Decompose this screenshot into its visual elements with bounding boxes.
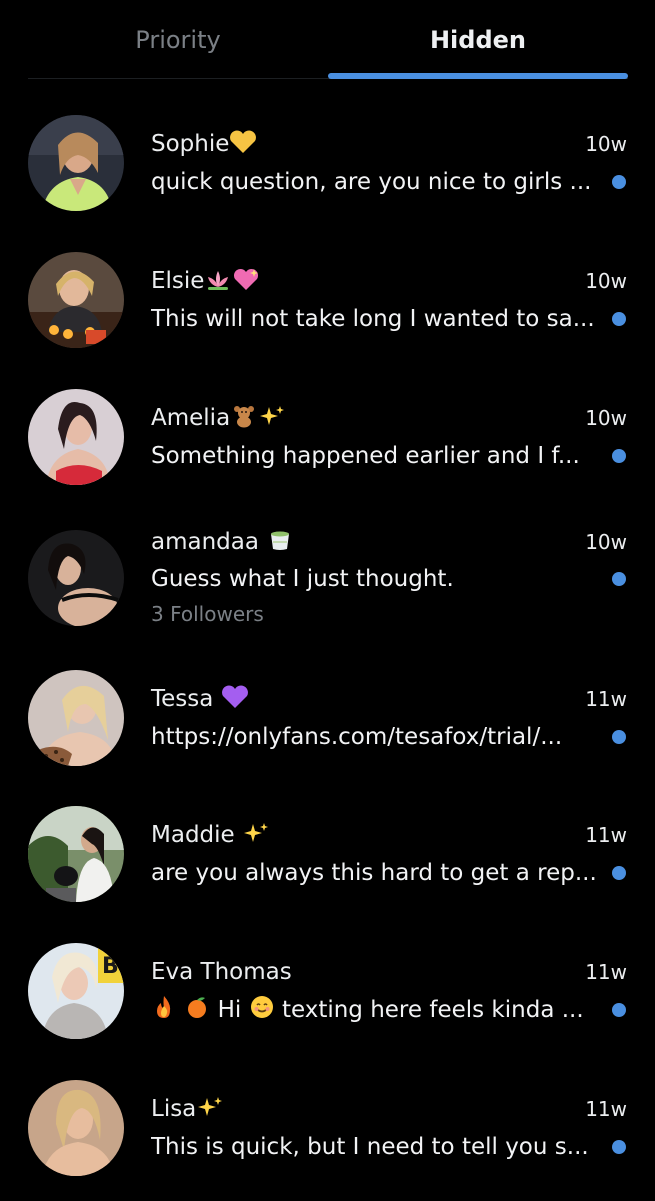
teddy-bear-icon xyxy=(230,404,258,436)
contact-name: amandaa xyxy=(151,527,294,560)
contact-name: Eva Thomas xyxy=(151,959,292,985)
smiling-face-icon xyxy=(249,994,275,1029)
message-preview: quick question, are you nice to girls ..… xyxy=(151,169,592,195)
sparkles-icon xyxy=(242,821,270,853)
timestamp: 11w xyxy=(585,960,627,984)
contact-name-text: Tessa xyxy=(151,686,214,712)
contact-name: Tessa xyxy=(151,684,249,717)
tab-priority[interactable]: Priority xyxy=(28,0,328,80)
fire-icon xyxy=(151,994,177,1029)
timestamp: 10w xyxy=(585,269,627,293)
message-preview-tail: texting here feels kinda ... xyxy=(281,997,584,1023)
svg-text:B: B xyxy=(102,954,119,979)
contact-name-text: amandaa xyxy=(151,529,259,555)
message-preview-text: Hi xyxy=(217,997,242,1023)
follower-count: 3 Followers xyxy=(151,602,264,626)
conversation-item-sophie[interactable]: Sophie 10w quick question, are you nice … xyxy=(0,98,655,235)
unread-dot xyxy=(612,1140,626,1154)
message-preview: This is quick, but I need to tell you s.… xyxy=(151,1134,589,1160)
active-tab-indicator xyxy=(328,73,628,79)
tangerine-icon xyxy=(184,994,210,1029)
timestamp: 11w xyxy=(585,1097,627,1121)
message-preview: Something happened earlier and I f... xyxy=(151,443,580,469)
contact-name-text: Elsie xyxy=(151,268,205,294)
conversation-item-lisa[interactable]: Lisa 11w This is quick, but I need to te… xyxy=(0,1064,655,1201)
message-preview: Guess what I just thought. xyxy=(151,566,454,592)
unread-dot xyxy=(612,866,626,880)
matcha-cup-icon xyxy=(266,528,294,560)
contact-name-text: Sophie xyxy=(151,131,230,157)
contact-name-text: Amelia xyxy=(151,405,231,431)
conversation-item-tessa[interactable]: Tessa 11w https://onlyfans.com/tesafox/t… xyxy=(0,654,655,791)
contact-name: Amelia xyxy=(151,403,286,436)
timestamp: 10w xyxy=(585,132,627,156)
message-preview: are you always this hard to get a rep... xyxy=(151,860,597,886)
conversation-item-eva-thomas[interactable]: B Eva Thomas 11w Hi texting here feels k… xyxy=(0,927,655,1064)
avatar[interactable] xyxy=(28,115,124,211)
contact-name: Elsie xyxy=(151,266,260,299)
contact-name: Maddie xyxy=(151,820,270,853)
avatar[interactable] xyxy=(28,1080,124,1176)
avatar[interactable] xyxy=(28,389,124,485)
avatar[interactable] xyxy=(28,252,124,348)
yellow-heart-icon xyxy=(229,130,257,162)
sparkles-icon xyxy=(196,1095,224,1127)
timestamp: 10w xyxy=(585,530,627,554)
message-preview: This will not take long I wanted to sa..… xyxy=(151,306,595,332)
conversation-item-amandaa[interactable]: amandaa 10w Guess what I just thought. 3… xyxy=(0,509,655,646)
contact-name-text: Maddie xyxy=(151,822,235,848)
timestamp: 11w xyxy=(585,823,627,847)
contact-name-text: Lisa xyxy=(151,1096,197,1122)
tab-bar: Priority Hidden xyxy=(0,0,655,80)
message-preview: https://onlyfans.com/tesafox/trial/... xyxy=(151,724,563,750)
avatar[interactable] xyxy=(28,530,124,626)
contact-name: Lisa xyxy=(151,1094,224,1127)
tab-hidden-label: Hidden xyxy=(429,26,527,54)
message-preview: Hi texting here feels kinda ... xyxy=(151,994,601,1029)
tab-priority-label: Priority xyxy=(135,26,221,54)
conversation-item-elsie[interactable]: Elsie 10w This will not take long I want… xyxy=(0,235,655,372)
purple-heart-icon xyxy=(221,685,249,717)
unread-dot xyxy=(612,175,626,189)
sparkling-heart-icon xyxy=(232,267,260,299)
tab-hidden[interactable]: Hidden xyxy=(328,0,628,80)
avatar[interactable] xyxy=(28,670,124,766)
conversation-item-maddie[interactable]: Maddie 11w are you always this hard to g… xyxy=(0,790,655,927)
avatar[interactable]: B xyxy=(28,943,124,1039)
sparkles-icon xyxy=(258,404,286,436)
conversation-item-amelia[interactable]: Amelia 10w Something happened earlier an… xyxy=(0,372,655,509)
timestamp: 11w xyxy=(585,687,627,711)
unread-dot xyxy=(612,449,626,463)
unread-dot xyxy=(612,1003,626,1017)
contact-name: Sophie xyxy=(151,129,257,162)
unread-dot xyxy=(612,572,626,586)
avatar[interactable] xyxy=(28,806,124,902)
timestamp: 10w xyxy=(585,406,627,430)
unread-dot xyxy=(612,730,626,744)
lotus-icon xyxy=(204,267,232,299)
unread-dot xyxy=(612,312,626,326)
